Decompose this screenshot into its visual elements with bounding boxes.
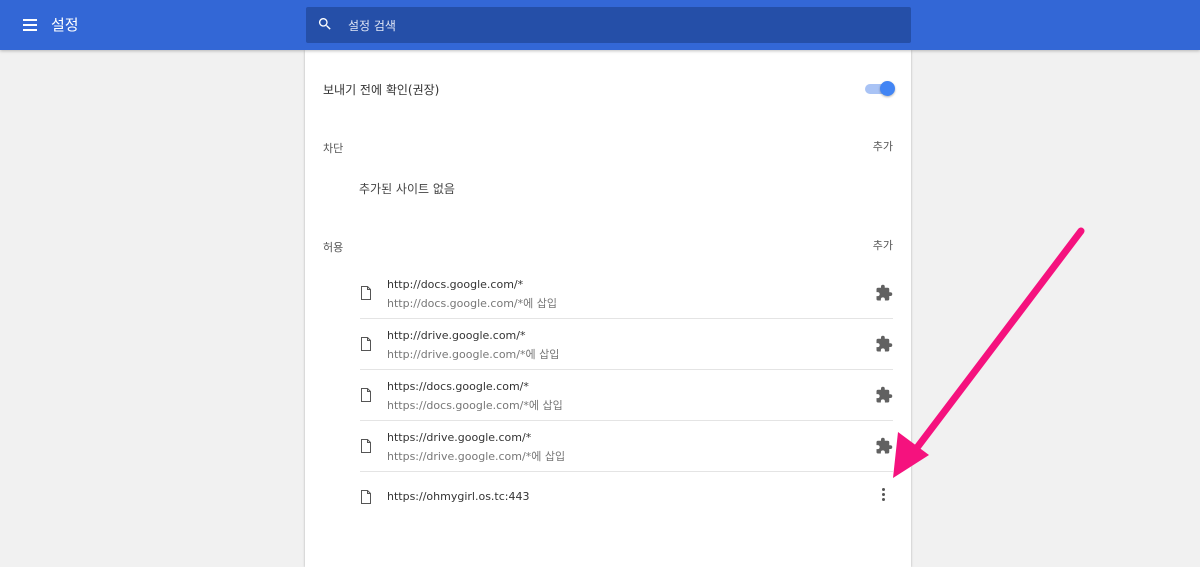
document-icon	[361, 439, 371, 453]
extension-icon[interactable]	[875, 386, 893, 404]
search-icon	[318, 18, 331, 30]
allow-section-header: 허용 추가	[323, 237, 893, 257]
document-icon	[361, 490, 371, 504]
site-url: https://ohmygirl.os.tc:443	[387, 490, 530, 503]
site-row[interactable]: http://drive.google.com/* http://drive.g…	[360, 319, 893, 370]
block-empty-text: 추가된 사이트 없음	[359, 182, 455, 196]
block-add-button[interactable]: 추가	[873, 138, 893, 154]
site-embed-text: https://drive.google.com/*에 삽입	[387, 450, 566, 463]
site-url: http://drive.google.com/*	[387, 329, 526, 342]
site-embed-text: https://docs.google.com/*에 삽입	[387, 399, 563, 412]
site-row[interactable]: https://docs.google.com/* https://docs.g…	[360, 370, 893, 421]
allow-section-title: 허용	[323, 241, 344, 254]
menu-icon[interactable]	[20, 14, 42, 36]
site-row[interactable]: https://drive.google.com/* https://drive…	[360, 421, 893, 472]
site-row[interactable]: http://docs.google.com/* http://docs.goo…	[360, 268, 893, 319]
more-vert-icon[interactable]	[880, 488, 886, 504]
extension-icon[interactable]	[875, 437, 893, 455]
confirm-toggle[interactable]	[865, 81, 895, 96]
extension-icon[interactable]	[875, 284, 893, 302]
extension-icon[interactable]	[875, 335, 893, 353]
search-input[interactable]	[346, 7, 900, 45]
confirm-label: 보내기 전에 확인(권장)	[323, 83, 440, 97]
confirm-before-send-row: 보내기 전에 확인(권장)	[323, 78, 895, 100]
block-section-title: 차단	[323, 142, 344, 155]
top-bar: 설정	[0, 0, 1200, 50]
site-url: https://docs.google.com/*	[387, 380, 529, 393]
document-icon	[361, 337, 371, 351]
document-icon	[361, 388, 371, 402]
site-embed-text: http://docs.google.com/*에 삽입	[387, 297, 557, 310]
document-icon	[361, 286, 371, 300]
site-url: https://drive.google.com/*	[387, 431, 532, 444]
block-section-header: 차단 추가	[323, 138, 893, 158]
allow-add-button[interactable]: 추가	[873, 237, 893, 253]
site-url: http://docs.google.com/*	[387, 278, 524, 291]
allow-site-list: http://docs.google.com/* http://docs.goo…	[360, 268, 893, 522]
site-row[interactable]: https://ohmygirl.os.tc:443	[360, 472, 893, 522]
search-box[interactable]	[306, 7, 911, 45]
settings-card: 보내기 전에 확인(권장) 차단 추가 추가된 사이트 없음 허용 추가 htt…	[305, 50, 911, 567]
page-title: 설정	[51, 16, 79, 34]
site-embed-text: http://drive.google.com/*에 삽입	[387, 348, 560, 361]
